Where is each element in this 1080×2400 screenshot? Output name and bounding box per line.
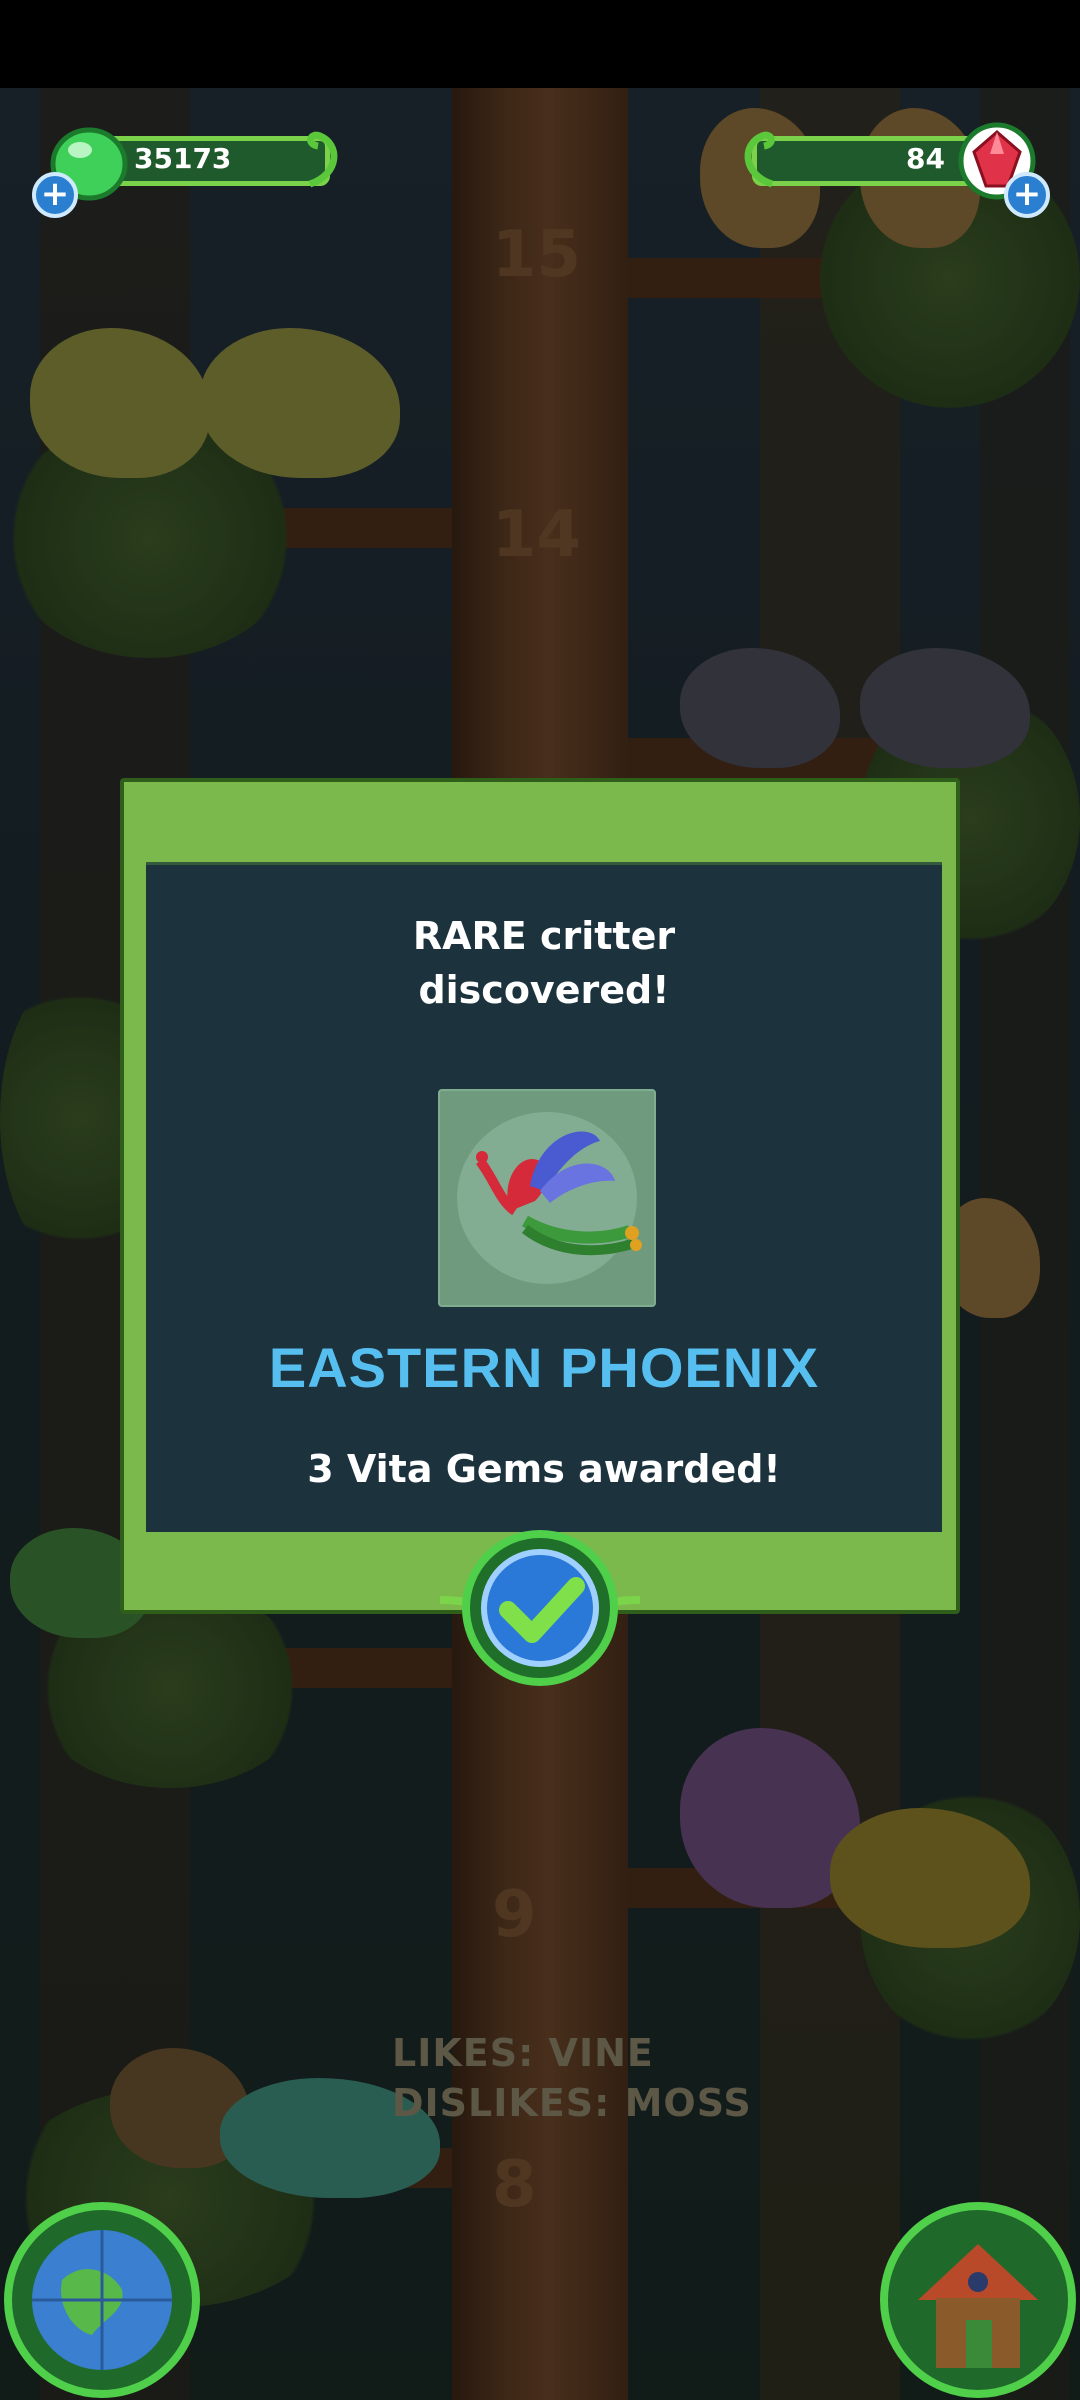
confirm-button[interactable] <box>439 1530 641 1690</box>
world-map-button[interactable] <box>2 2200 202 2400</box>
dialog-title-line2: discovered! <box>418 968 670 1012</box>
vine-icon <box>300 124 348 194</box>
vita-count: 35173 <box>134 142 232 175</box>
reward-text: 3 Vita Gems awarded! <box>307 1447 781 1491</box>
add-gems-plus-icon[interactable]: + <box>1004 172 1050 218</box>
status-bar <box>0 0 1080 88</box>
vine-icon <box>734 124 782 194</box>
critter-portrait <box>438 1089 656 1307</box>
house-icon <box>880 2202 1076 2398</box>
dialog-content-panel: RARE critter discovered! EASTERN PHOENIX… <box>146 862 942 1532</box>
dialog-title-line1: RARE critter <box>412 914 676 958</box>
critter-discovered-dialog: RARE critter discovered! EASTERN PHOENIX… <box>120 778 960 1614</box>
gem-bar <box>752 136 982 186</box>
critter-name: EASTERN PHOENIX <box>268 1336 820 1399</box>
gem-count: 84 <box>906 142 945 175</box>
home-button[interactable] <box>878 2200 1078 2400</box>
phoenix-icon <box>457 1112 642 1284</box>
add-vita-plus-icon[interactable]: + <box>32 172 78 218</box>
globe-icon <box>4 2202 200 2398</box>
